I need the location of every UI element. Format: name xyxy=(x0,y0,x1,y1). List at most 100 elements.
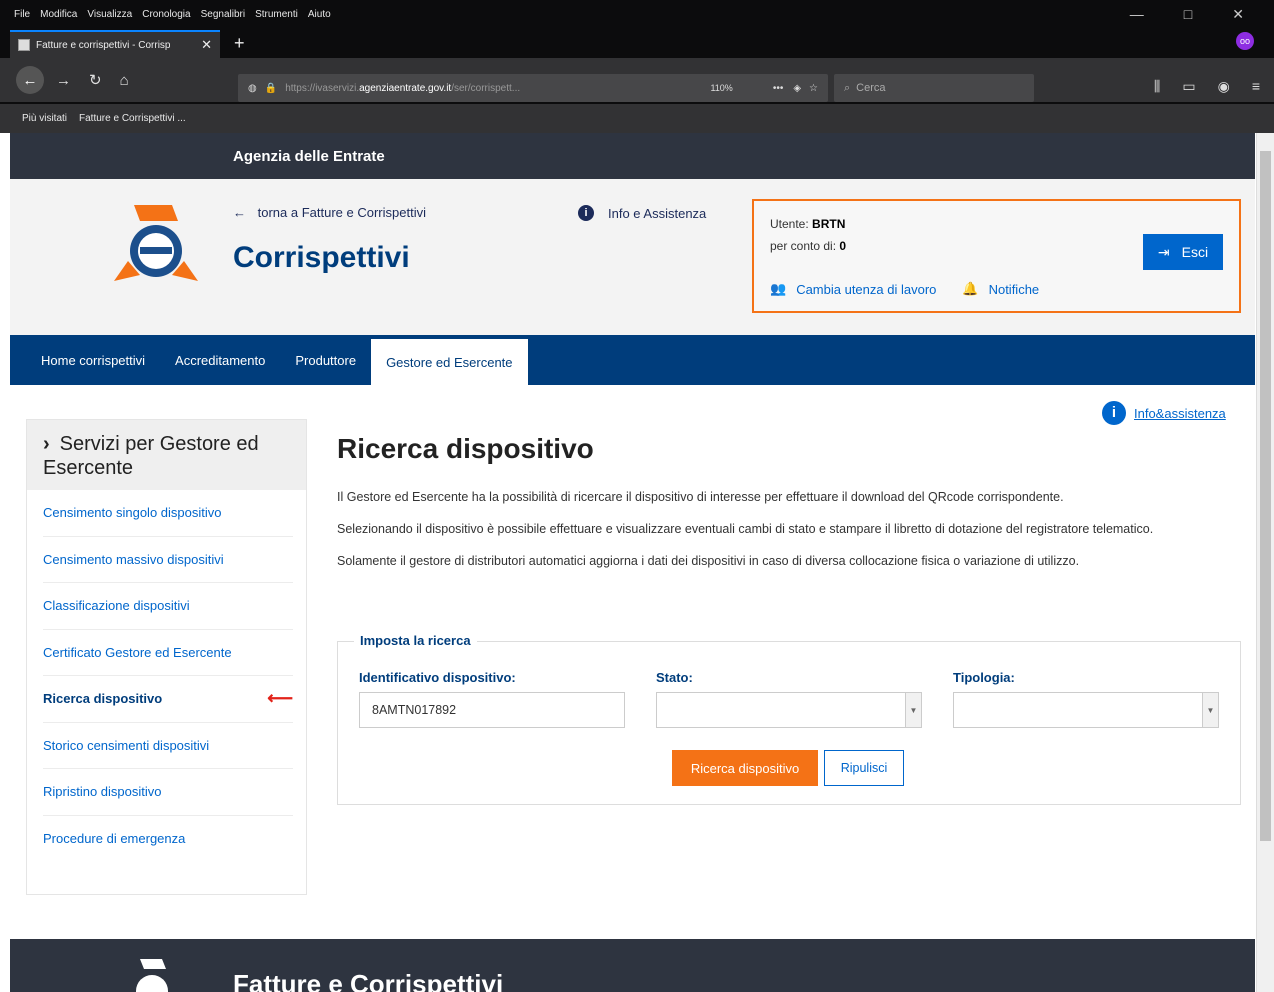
search-bar[interactable]: ⌕ Cerca xyxy=(834,74,1034,102)
back-arrow-icon[interactable]: ← xyxy=(16,66,44,94)
user-panel: Utente: BRTN per conto di: 0 👥 Cambia ut… xyxy=(752,199,1241,313)
sidebar-item-label: Ricerca dispositivo xyxy=(43,691,163,707)
nav-produttore[interactable]: Produttore xyxy=(280,335,371,385)
on-behalf-value: 0 xyxy=(839,239,847,253)
info-assistance-label: Info e Assistenza xyxy=(608,205,707,221)
state-select[interactable]: ▼ xyxy=(656,692,922,728)
menu-help[interactable]: Aiuto xyxy=(308,9,331,20)
on-behalf-line: per conto di: 0 xyxy=(770,239,846,253)
logout-button[interactable]: ⇥ Esci xyxy=(1143,234,1223,270)
sidebar-item-censimento-massivo[interactable]: Censimento massivo dispositivi xyxy=(43,537,293,583)
sidebar-header: › Servizi per Gestore ed Esercente xyxy=(27,420,306,490)
library-icon[interactable]: ⫼ xyxy=(1154,78,1160,95)
sidebar-item-storico[interactable]: Storico censimenti dispositivi xyxy=(43,723,293,769)
url-prefix: https://ivaservizi. xyxy=(285,82,360,94)
sidebar-item-classificazione[interactable]: Classificazione dispositivi xyxy=(43,583,293,630)
sidebar-item-emergenza[interactable]: Procedure di emergenza xyxy=(43,816,293,863)
bookmark-most-visited[interactable]: Più visitati xyxy=(22,113,67,124)
sidebar-toggle-icon[interactable]: ▭ xyxy=(1182,78,1195,95)
type-label: Tipologia: xyxy=(953,670,1015,685)
back-to-fatture-link[interactable]: ← torna a Fatture e Corrispettivi xyxy=(233,205,426,220)
search-device-button[interactable]: Ricerca dispositivo xyxy=(672,750,818,786)
private-mask-icon: oo xyxy=(1236,32,1254,50)
pocket-icon[interactable]: ◈ xyxy=(793,83,801,94)
site-header: ← torna a Fatture e Corrispettivi Corris… xyxy=(10,179,1255,335)
star-icon[interactable]: ☆ xyxy=(809,83,818,94)
search-placeholder: Cerca xyxy=(856,82,886,94)
notifications-link[interactable]: Notifiche xyxy=(989,282,1040,297)
tab-close-icon[interactable]: ✕ xyxy=(201,37,212,53)
search-form: Imposta la ricerca Identificativo dispos… xyxy=(337,633,1241,805)
change-user-link[interactable]: Cambia utenza di lavoro xyxy=(796,282,936,297)
new-tab-button[interactable]: + xyxy=(234,33,245,54)
browser-chrome: File Modifica Visualizza Cronologia Segn… xyxy=(0,0,1274,133)
menu-tools[interactable]: Strumenti xyxy=(255,9,298,20)
nav-accreditamento[interactable]: Accreditamento xyxy=(160,335,280,385)
web-page: Agenzia delle Entrate ← torna a Fatture … xyxy=(10,133,1255,992)
description-paragraph: Solamente il gestore di distributori aut… xyxy=(337,554,1080,568)
page-scrollbar[interactable] xyxy=(1256,133,1274,992)
sidebar-item-ricerca-dispositivo[interactable]: Ricerca dispositivo ⟵ xyxy=(43,676,293,723)
extension-icon[interactable]: ◉ xyxy=(1218,78,1230,95)
bell-icon: 🔔 xyxy=(962,281,979,296)
zoom-level[interactable]: 110% xyxy=(710,83,732,93)
chevron-right-icon: › xyxy=(43,433,50,455)
clear-button[interactable]: Ripulisci xyxy=(824,750,904,786)
scrollbar-thumb[interactable] xyxy=(1260,151,1271,841)
agency-logo-icon xyxy=(114,205,198,281)
lock-icon: 🔒 xyxy=(264,82,278,94)
reload-icon[interactable]: ↻ xyxy=(89,71,102,89)
url-host: agenziaentrate.gov.it xyxy=(359,82,452,94)
menu-edit[interactable]: Modifica xyxy=(40,9,77,20)
sidebar-item-ripristino[interactable]: Ripristino dispositivo xyxy=(43,769,293,816)
logout-icon: ⇥ xyxy=(1157,243,1170,260)
forward-arrow-icon[interactable]: → xyxy=(56,72,71,89)
menu-file[interactable]: File xyxy=(14,9,30,20)
info-assistance-link[interactable]: i Info e Assistenza xyxy=(578,205,706,221)
toolbar-icons: ⫼ ▭ ◉ ≡ xyxy=(1154,78,1260,95)
url-bar[interactable]: ◍ 🔒 https://ivaservizi. agenziaentrate.g… xyxy=(238,74,828,102)
minimize-button[interactable]: — xyxy=(1130,6,1144,23)
state-label: Stato: xyxy=(656,670,693,685)
sidebar-item-censimento-singolo[interactable]: Censimento singolo dispositivo xyxy=(43,490,293,537)
menu-history[interactable]: Cronologia xyxy=(142,9,190,20)
footer-title: Fatture e Corrispettivi xyxy=(233,969,504,992)
url-suffix: /ser/corrispett... xyxy=(451,82,521,94)
bookmarks-toolbar: Più visitati Fatture e Corrispettivi ... xyxy=(0,104,1274,133)
back-link-label: torna a Fatture e Corrispettivi xyxy=(257,205,426,220)
close-window-button[interactable]: ✕ xyxy=(1232,6,1244,23)
chevron-down-icon: ▼ xyxy=(1202,693,1218,727)
menu-hamburger-icon[interactable]: ≡ xyxy=(1252,78,1260,95)
description-paragraph: Il Gestore ed Esercente ha la possibilit… xyxy=(337,490,1064,504)
bookmark-fatture[interactable]: Fatture e Corrispettivi ... xyxy=(79,113,186,124)
type-select[interactable]: ▼ xyxy=(953,692,1219,728)
browser-tab[interactable]: Fatture e corrispettivi - Corrisp ✕ xyxy=(10,30,220,58)
search-icon: ⌕ xyxy=(844,81,851,94)
user-links: 👥 Cambia utenza di lavoro 🔔 Notifiche xyxy=(770,281,1039,297)
home-icon[interactable]: ⌂ xyxy=(120,72,129,89)
sidebar-item-certificato[interactable]: Certificato Gestore ed Esercente xyxy=(43,630,293,676)
menu-bookmarks[interactable]: Segnalibri xyxy=(201,9,245,20)
description-paragraph: Selezionando il dispositivo è possibile … xyxy=(337,522,1154,536)
users-icon: 👥 xyxy=(770,281,787,296)
maximize-button[interactable]: □ xyxy=(1184,6,1192,23)
device-id-input[interactable]: 8AMTN017892 xyxy=(359,692,625,728)
main-navigation: Home corrispettivi Accreditamento Produt… xyxy=(10,335,1255,385)
on-behalf-label: per conto di: xyxy=(770,239,837,253)
page-actions-icon[interactable]: ••• xyxy=(773,83,784,94)
logout-label: Esci xyxy=(1181,244,1209,260)
shield-icon: ◍ xyxy=(248,82,257,94)
tab-title: Fatture e corrispettivi - Corrisp xyxy=(36,39,171,51)
device-id-label: Identificativo dispositivo: xyxy=(359,670,516,685)
info-icon: i xyxy=(578,205,594,221)
site-footer: Fatture e Corrispettivi xyxy=(10,939,1255,992)
arrow-left-icon: ← xyxy=(233,205,246,220)
nav-home-corrispettivi[interactable]: Home corrispettivi xyxy=(26,335,160,385)
window-controls: — □ ✕ xyxy=(1130,6,1274,23)
app-title: Corrispettivi xyxy=(233,241,410,274)
page-title: Ricerca dispositivo xyxy=(337,433,594,464)
chevron-down-icon: ▼ xyxy=(905,693,921,727)
menu-view[interactable]: Visualizza xyxy=(87,9,132,20)
nav-gestore-esercente[interactable]: Gestore ed Esercente xyxy=(371,339,528,385)
main-content: Ricerca dispositivo Il Gestore ed Eserce… xyxy=(337,419,1241,805)
